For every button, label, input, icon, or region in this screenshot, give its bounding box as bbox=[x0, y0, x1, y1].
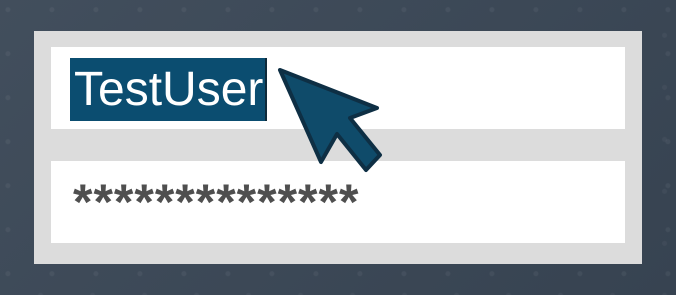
login-panel: TestUser ************** bbox=[34, 31, 642, 264]
password-value: ************** bbox=[73, 174, 360, 230]
username-value: TestUser bbox=[70, 58, 268, 121]
username-field[interactable]: TestUser bbox=[51, 47, 625, 129]
password-field[interactable]: ************** bbox=[51, 161, 625, 243]
